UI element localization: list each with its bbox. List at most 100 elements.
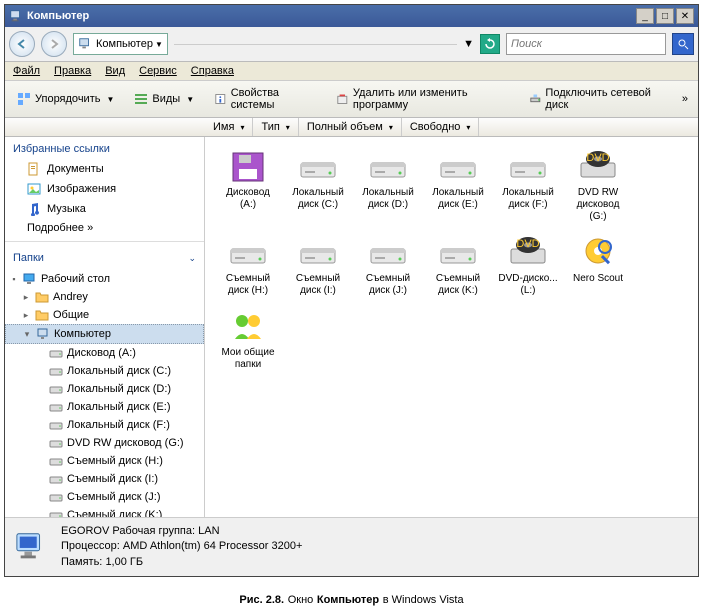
drive-icon [49, 382, 63, 396]
tree-drive-item[interactable]: Локальный диск (C:) [5, 362, 204, 380]
views-button[interactable]: Виды▼ [128, 90, 200, 108]
tree-drive-item[interactable]: Локальный диск (D:) [5, 380, 204, 398]
divider [5, 241, 204, 242]
drive-icon [227, 149, 269, 185]
drive-label: Съемный диск (H:) [217, 273, 279, 297]
tree-drive-item[interactable]: Съемный диск (K:) [5, 506, 204, 517]
close-button[interactable]: ✕ [676, 8, 694, 24]
drive-label: Локальный диск (D:) [357, 187, 419, 211]
back-button[interactable] [9, 31, 35, 57]
tree-drive-label: Локальный диск (F:) [67, 419, 170, 431]
fav-music[interactable]: Музыка [5, 199, 204, 219]
titlebar: Компьютер _ □ ✕ [5, 5, 698, 27]
tree-drive-item[interactable]: DVD RW дисковод (G:) [5, 434, 204, 452]
chevron-down-icon: ▼ [106, 95, 114, 104]
organize-button[interactable]: Упорядочить▼ [11, 90, 120, 108]
tree-computer[interactable]: ▾Компьютер [5, 324, 204, 344]
uninstall-button[interactable]: Удалить или изменить программу [330, 85, 515, 113]
drive-item[interactable]: Дисковод (A:) [215, 147, 281, 225]
drive-label: Дисковод (A:) [217, 187, 279, 211]
drive-label: Съемный диск (I:) [287, 273, 349, 297]
menu-service[interactable]: Сервис [139, 65, 177, 77]
icon-view: Дисковод (A:)Локальный диск (C:)Локальны… [205, 137, 698, 517]
col-name[interactable]: Имя▾ [205, 118, 253, 136]
maximize-button[interactable]: □ [656, 8, 674, 24]
fav-documents[interactable]: Документы [5, 159, 204, 179]
folder-tree: ▪Рабочий стол ▸Andrey ▸Общие ▾Компьютер … [5, 268, 204, 517]
history-dropdown[interactable]: ▼ [463, 38, 474, 50]
music-icon [27, 202, 41, 216]
menu-bar: Файл Правка Вид Сервис Справка [5, 62, 698, 81]
properties-icon [214, 92, 227, 106]
favorites-header: Избранные ссылки [5, 137, 204, 159]
svg-text:DVD: DVD [586, 152, 609, 164]
drive-item[interactable]: Локальный диск (D:) [355, 147, 421, 225]
search-input[interactable] [511, 38, 661, 50]
drive-item[interactable]: DVDDVD RW дисковод (G:) [565, 147, 631, 225]
drive-item[interactable]: DVDDVD-диско... (L:) [495, 233, 561, 299]
tree-drive-item[interactable]: Локальный диск (F:) [5, 416, 204, 434]
views-icon [134, 92, 148, 106]
computer-large-icon [13, 530, 51, 564]
refresh-button[interactable] [480, 34, 500, 54]
drive-icon [437, 235, 479, 271]
menu-edit[interactable]: Правка [54, 65, 91, 77]
fav-more[interactable]: Подробнее » [5, 219, 204, 237]
drive-item[interactable]: Съемный диск (J:) [355, 233, 421, 299]
tree-drive-item[interactable]: Съемный диск (H:) [5, 452, 204, 470]
tree-drive-item[interactable]: Локальный диск (E:) [5, 398, 204, 416]
drive-item[interactable]: Nero Scout [565, 233, 631, 299]
fav-pictures[interactable]: Изображения [5, 179, 204, 199]
tree-drive-label: Съемный диск (J:) [67, 491, 161, 503]
search-box[interactable] [506, 33, 666, 55]
drive-icon [367, 149, 409, 185]
documents-icon [27, 162, 41, 176]
drive-label: Nero Scout [573, 273, 623, 285]
address-bar[interactable]: Компьютер ▼ [73, 33, 168, 55]
tree-public[interactable]: ▸Общие [5, 306, 204, 324]
tree-desktop[interactable]: ▪Рабочий стол [5, 270, 204, 288]
drive-item[interactable]: Локальный диск (F:) [495, 147, 561, 225]
column-headers: Имя▾ Тип▾ Полный объем▾ Свободно▾ [5, 118, 698, 137]
map-network-drive-button[interactable]: Подключить сетевой диск [523, 85, 670, 113]
drive-item[interactable]: Локальный диск (C:) [285, 147, 351, 225]
pictures-icon [27, 182, 41, 196]
drive-item[interactable]: Съемный диск (K:) [425, 233, 491, 299]
organize-icon [17, 92, 31, 106]
drive-icon [507, 149, 549, 185]
toolbar-overflow[interactable]: » [678, 91, 692, 107]
drive-icon [49, 418, 63, 432]
col-total[interactable]: Полный объем▾ [299, 118, 402, 136]
drive-icon: DVD [507, 235, 549, 271]
svg-text:DVD: DVD [516, 238, 539, 250]
tree-user[interactable]: ▸Andrey [5, 288, 204, 306]
tree-drive-item[interactable]: Дисковод (A:) [5, 344, 204, 362]
content-area: Избранные ссылки Документы Изображения М… [5, 137, 698, 517]
menu-file[interactable]: Файл [13, 65, 40, 77]
minimize-button[interactable]: _ [636, 8, 654, 24]
details-pane: EGOROV Рабочая группа: LAN Процессор: AM… [5, 517, 698, 576]
col-type[interactable]: Тип▾ [253, 118, 298, 136]
uninstall-icon [336, 92, 349, 106]
drive-label: Съемный диск (J:) [357, 273, 419, 297]
menu-help[interactable]: Справка [191, 65, 234, 77]
search-button[interactable] [672, 33, 694, 55]
computer-icon [9, 9, 23, 23]
system-properties-button[interactable]: Свойства системы [208, 85, 322, 113]
menu-view[interactable]: Вид [105, 65, 125, 77]
drive-item[interactable]: Мои общие папки [215, 307, 281, 373]
drive-item[interactable]: Съемный диск (I:) [285, 233, 351, 299]
tree-drive-item[interactable]: Съемный диск (J:) [5, 488, 204, 506]
drive-item[interactable]: Съемный диск (H:) [215, 233, 281, 299]
drive-item[interactable]: Локальный диск (E:) [425, 147, 491, 225]
col-free[interactable]: Свободно▾ [402, 118, 480, 136]
drive-icon [227, 235, 269, 271]
drive-icon [49, 400, 63, 414]
tree-drive-label: Съемный диск (K:) [67, 509, 162, 517]
forward-button[interactable] [41, 31, 67, 57]
explorer-window: Компьютер _ □ ✕ Компьютер ▼ ▼ Файл Правк… [4, 4, 699, 577]
drive-label: Локальный диск (F:) [497, 187, 559, 211]
tree-drive-item[interactable]: Съемный диск (I:) [5, 470, 204, 488]
folders-header[interactable]: Папки⌄ [5, 246, 204, 268]
chevron-down-icon[interactable]: ▼ [155, 40, 163, 49]
